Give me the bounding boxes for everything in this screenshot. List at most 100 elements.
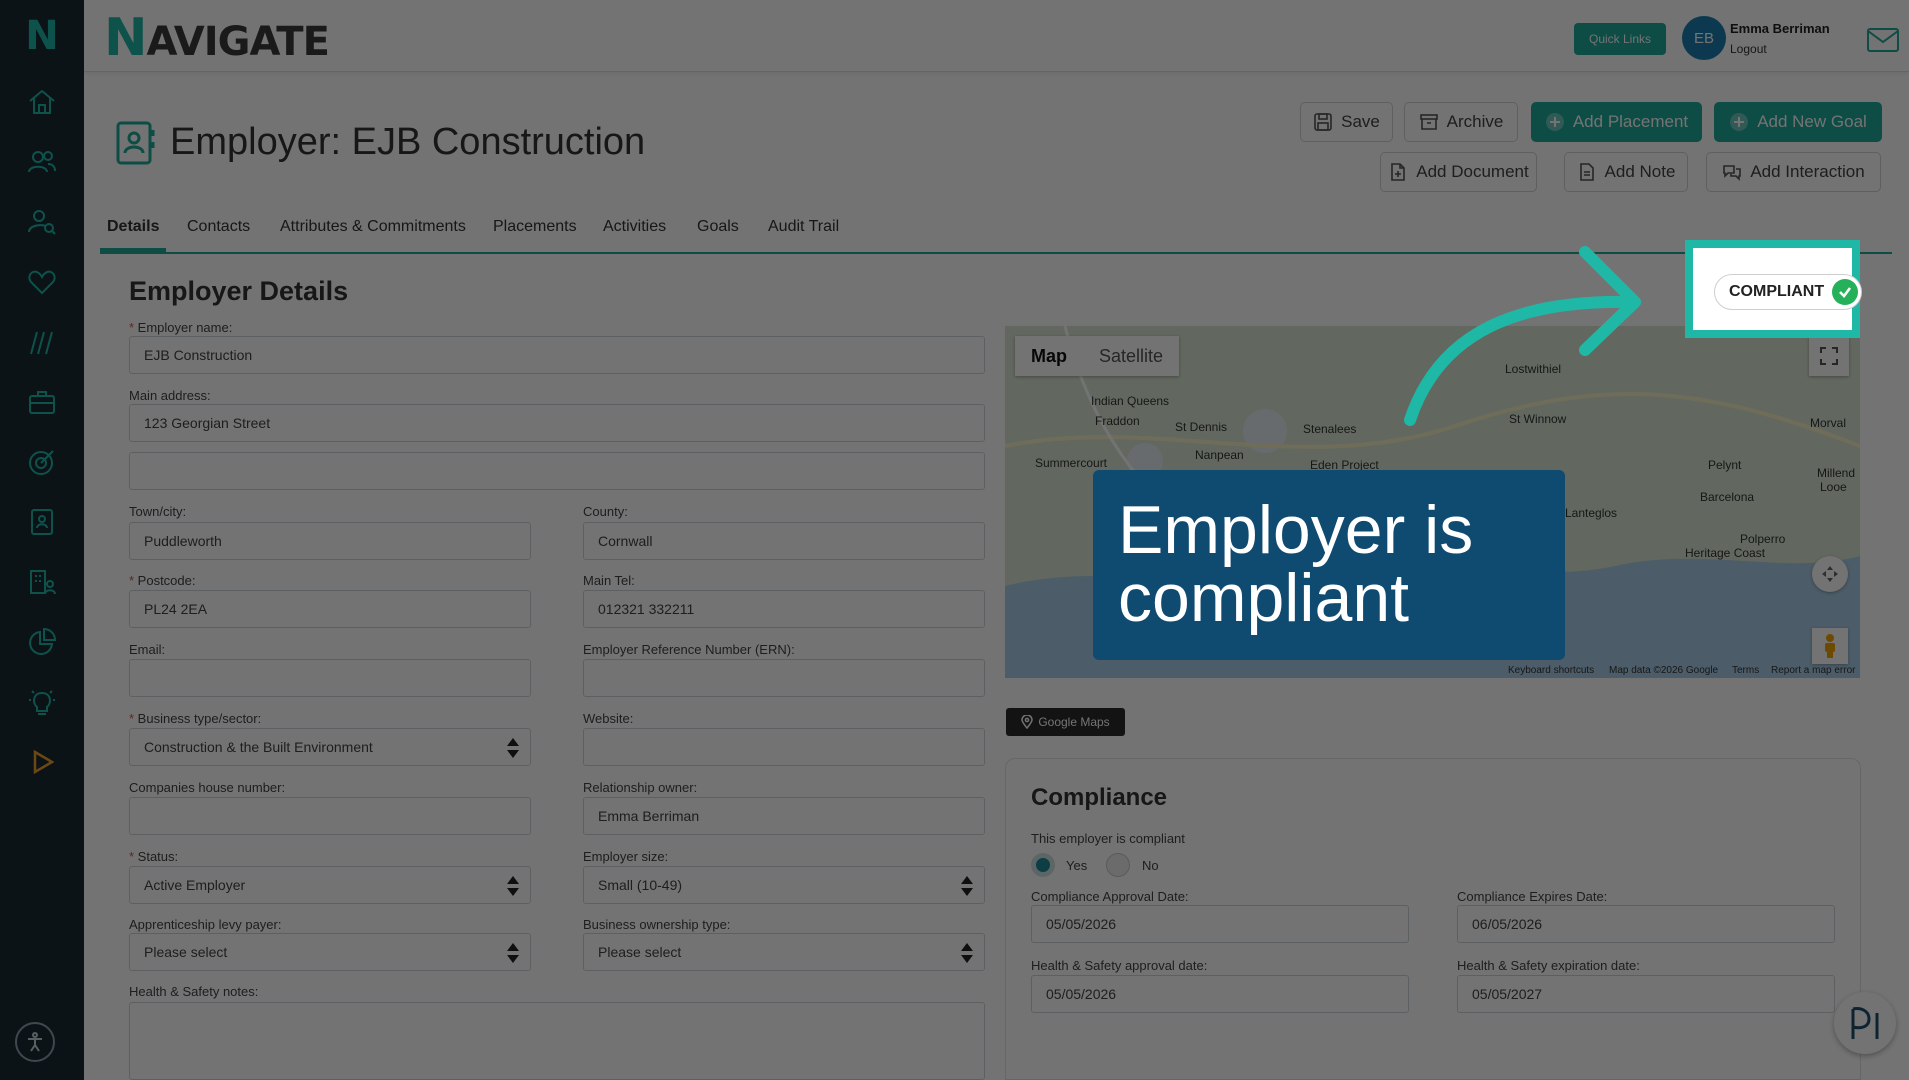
satellite-tab[interactable]: Satellite bbox=[1083, 336, 1179, 376]
brand-logo[interactable]: NAVIGATE bbox=[104, 8, 330, 68]
approval-date-field[interactable]: 05/05/2026 bbox=[1031, 905, 1409, 943]
quick-links-button[interactable]: Quick Links bbox=[1574, 23, 1666, 55]
companies-house-field[interactable] bbox=[129, 797, 531, 835]
avatar[interactable]: EB bbox=[1682, 16, 1726, 60]
people-icon[interactable] bbox=[18, 140, 66, 184]
postcode-field[interactable]: PL24 2EA bbox=[129, 590, 531, 628]
map-place: Summercourt bbox=[1035, 456, 1108, 470]
ownership-type-label: Business ownership type: bbox=[583, 917, 731, 932]
sidebar: N bbox=[0, 0, 84, 1080]
tab-contacts[interactable]: Contacts bbox=[187, 218, 250, 236]
map-place: Lanteglos bbox=[1565, 506, 1618, 520]
map-place: Polperro bbox=[1740, 532, 1786, 546]
hs-approval-field[interactable]: 05/05/2026 bbox=[1031, 975, 1409, 1013]
add-placement-button[interactable]: Add Placement bbox=[1531, 102, 1702, 142]
select-arrows-icon bbox=[507, 738, 519, 758]
tab-audit-trail[interactable]: Audit Trail bbox=[768, 218, 839, 236]
pie-chart-icon[interactable] bbox=[18, 620, 66, 664]
add-document-button[interactable]: Add Document bbox=[1380, 152, 1537, 192]
archive-icon bbox=[1419, 114, 1438, 130]
town-field[interactable]: Puddleworth bbox=[129, 522, 531, 560]
library-icon[interactable] bbox=[18, 320, 66, 364]
address-line-2-field[interactable] bbox=[129, 452, 985, 490]
active-tab-indicator bbox=[100, 248, 166, 252]
play-icon[interactable] bbox=[18, 740, 66, 784]
compliant-badge: COMPLIANT bbox=[1714, 274, 1862, 310]
sidebar-logo[interactable]: N bbox=[0, 0, 84, 72]
building-user-icon[interactable] bbox=[18, 560, 66, 604]
tab-attributes[interactable]: Attributes & Commitments bbox=[280, 218, 466, 236]
logout-link[interactable]: Logout bbox=[1730, 42, 1767, 56]
ownership-type-select[interactable]: Please select bbox=[583, 933, 985, 971]
hs-expiration-field[interactable]: 05/05/2027 bbox=[1457, 975, 1835, 1013]
yes-label: Yes bbox=[1066, 858, 1088, 873]
website-field[interactable] bbox=[583, 728, 985, 766]
compliant-no-radio[interactable] bbox=[1106, 853, 1130, 877]
note-icon bbox=[1579, 163, 1594, 181]
no-label: No bbox=[1142, 858, 1159, 873]
add-note-button[interactable]: Add Note bbox=[1564, 152, 1688, 192]
map-type-toggle: Map Satellite bbox=[1015, 336, 1180, 376]
ern-label: Employer Reference Number (ERN): bbox=[583, 642, 795, 657]
map-place: Barcelona bbox=[1700, 490, 1755, 504]
contact-card-icon[interactable] bbox=[18, 500, 66, 544]
plus-circle-icon bbox=[1730, 113, 1749, 131]
is-compliant-label: This employer is compliant bbox=[1031, 831, 1185, 846]
levy-payer-label: Apprenticeship levy payer: bbox=[129, 917, 282, 932]
approval-date-label: Compliance Approval Date: bbox=[1031, 889, 1189, 904]
employer-size-select[interactable]: Small (10-49) bbox=[583, 866, 985, 904]
select-arrows-icon bbox=[961, 876, 973, 896]
postcode-label: * Postcode: bbox=[129, 573, 196, 588]
street-view-icon[interactable] bbox=[1812, 628, 1848, 664]
accessibility-icon[interactable] bbox=[15, 1022, 55, 1062]
add-interaction-button[interactable]: Add Interaction bbox=[1706, 152, 1881, 192]
help-chat-icon[interactable] bbox=[1834, 992, 1896, 1054]
map-place: Looe bbox=[1820, 480, 1847, 494]
employer-name-field[interactable]: EJB Construction bbox=[129, 336, 985, 374]
fullscreen-icon[interactable] bbox=[1809, 336, 1849, 376]
map-pan-icon[interactable] bbox=[1812, 556, 1848, 592]
mail-icon[interactable] bbox=[1866, 27, 1900, 53]
user-search-icon[interactable] bbox=[18, 200, 66, 244]
county-field[interactable]: Cornwall bbox=[583, 522, 985, 560]
tab-goals[interactable]: Goals bbox=[697, 218, 739, 236]
add-new-goal-button[interactable]: Add New Goal bbox=[1714, 102, 1882, 142]
expires-date-field[interactable]: 06/05/2026 bbox=[1457, 905, 1835, 943]
main-tel-field[interactable]: 012321 332211 bbox=[583, 590, 985, 628]
companies-house-label: Companies house number: bbox=[129, 780, 286, 795]
select-arrows-icon bbox=[507, 876, 519, 896]
briefcase-icon[interactable] bbox=[18, 380, 66, 424]
home-icon[interactable] bbox=[18, 80, 66, 124]
heart-icon[interactable] bbox=[18, 260, 66, 304]
tab-activities[interactable]: Activities bbox=[603, 218, 666, 236]
map-footer-link[interactable]: Terms bbox=[1732, 665, 1759, 676]
status-select[interactable]: Active Employer bbox=[129, 866, 531, 904]
map-footer-link[interactable]: Keyboard shortcuts bbox=[1508, 665, 1594, 676]
ern-field[interactable] bbox=[583, 659, 985, 697]
callout-line-1: Employer is bbox=[1118, 492, 1474, 568]
map-footer-text: Map data ©2026 Google bbox=[1609, 665, 1719, 676]
relationship-owner-field[interactable]: Emma Berriman bbox=[583, 797, 985, 835]
tab-details[interactable]: Details bbox=[107, 218, 159, 236]
map-footer-link[interactable]: Report a map error bbox=[1771, 665, 1855, 676]
target-icon[interactable] bbox=[18, 440, 66, 484]
main-address-field[interactable]: 123 Georgian Street bbox=[129, 404, 985, 442]
county-label: County: bbox=[583, 504, 628, 519]
map-tab[interactable]: Map bbox=[1015, 336, 1083, 376]
hs-approval-label: Health & Safety approval date: bbox=[1031, 958, 1208, 973]
email-field[interactable] bbox=[129, 659, 531, 697]
document-icon bbox=[1391, 163, 1406, 181]
check-icon bbox=[1832, 279, 1859, 305]
employer-name-label: * Employer name: bbox=[129, 320, 233, 335]
save-button[interactable]: Save bbox=[1300, 102, 1393, 142]
levy-payer-select[interactable]: Please select bbox=[129, 933, 531, 971]
lightbulb-icon[interactable] bbox=[18, 680, 66, 724]
archive-button[interactable]: Archive bbox=[1404, 102, 1518, 142]
compliant-yes-radio[interactable] bbox=[1031, 853, 1055, 877]
google-maps-button[interactable]: Google Maps bbox=[1006, 708, 1125, 736]
map-place: Fraddon bbox=[1095, 414, 1140, 428]
business-type-select[interactable]: Construction & the Built Environment bbox=[129, 728, 531, 766]
tab-placements[interactable]: Placements bbox=[493, 218, 577, 236]
hs-notes-textarea[interactable] bbox=[129, 1002, 985, 1080]
relationship-owner-label: Relationship owner: bbox=[583, 780, 698, 795]
